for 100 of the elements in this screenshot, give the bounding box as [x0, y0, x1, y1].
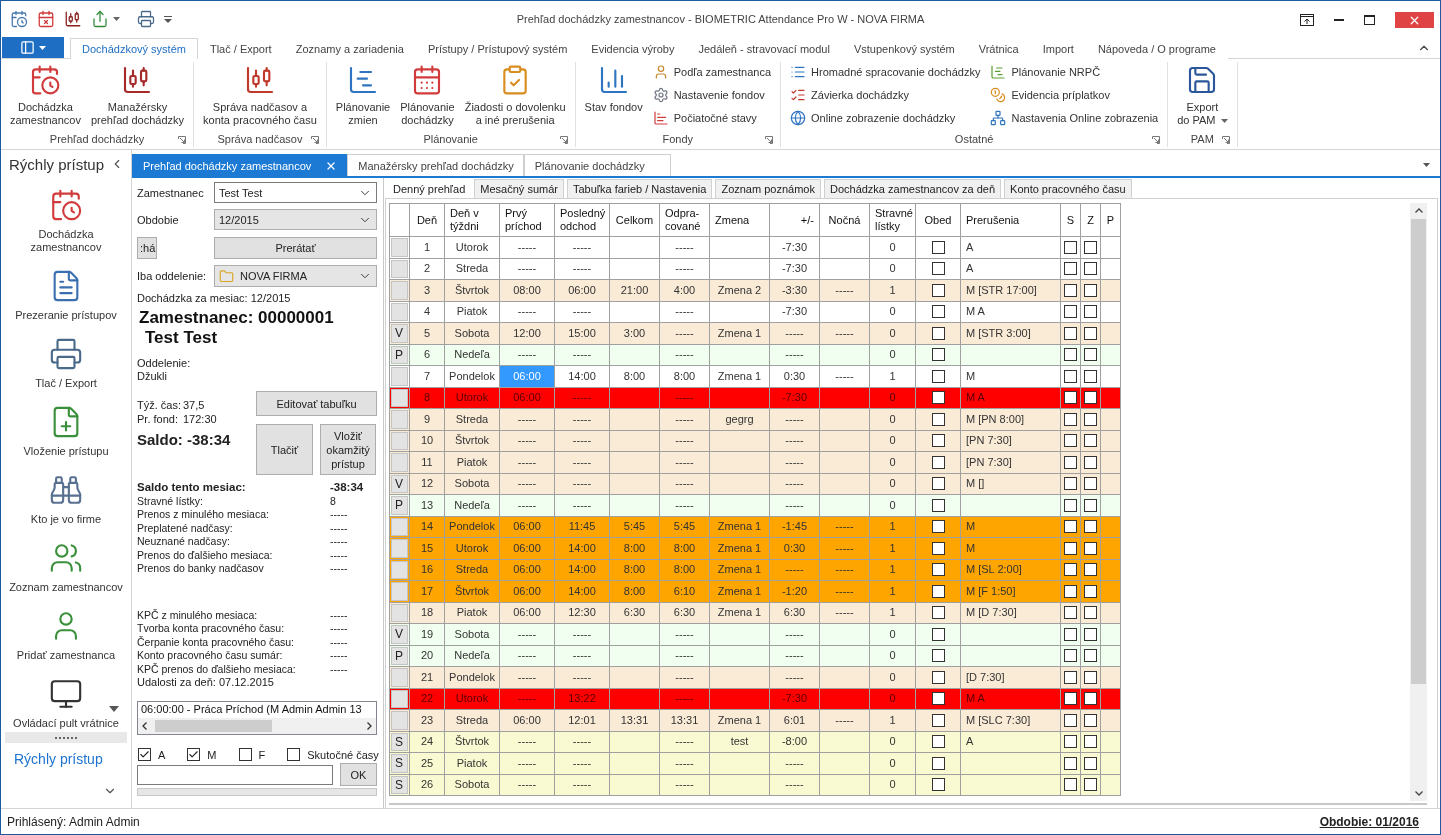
- ribbon-button[interactable]: Plánovanie dochádzky: [397, 62, 458, 127]
- checkbox[interactable]: [187, 748, 201, 761]
- checkbox[interactable]: [1064, 649, 1077, 663]
- checkbox[interactable]: [931, 455, 945, 469]
- quick-access-link[interactable]: Rýchly prístup: [14, 751, 103, 767]
- checkbox[interactable]: [1064, 692, 1077, 706]
- scroll-down-icon[interactable]: [1414, 791, 1423, 796]
- period-dropdown[interactable]: 12/2015: [214, 209, 377, 230]
- row-header[interactable]: S: [391, 732, 408, 751]
- table-row[interactable]: 18 Piatok 06:00 12:30 6:30 6:30 Zmena 1 6:30 ----- 1 M [D 7:30]: [390, 602, 1121, 624]
- checkbox[interactable]: [1084, 283, 1097, 297]
- ribbon-menu-button[interactable]: Export do PAM: [1174, 62, 1231, 127]
- checkbox[interactable]: [931, 735, 945, 749]
- ribbon-tab[interactable]: Dochádzkový systém: [70, 38, 198, 59]
- view-tab[interactable]: Dochádzka zamestnancov za deň: [823, 179, 1002, 198]
- checkbox[interactable]: [1064, 713, 1077, 727]
- table-row[interactable]: 11 Piatok ----- ----- ----- ----- 0 [PN 7:30]: [390, 452, 1121, 474]
- checkbox[interactable]: [931, 434, 945, 448]
- checkbox[interactable]: [1064, 348, 1077, 362]
- checkbox[interactable]: [931, 670, 945, 684]
- checkbox[interactable]: [238, 748, 252, 761]
- checkbox[interactable]: [1064, 563, 1077, 577]
- table-row[interactable]: 1 Utorok ----- ----- ----- -7:30 0 A: [390, 237, 1121, 259]
- small-button[interactable]: :há: [137, 237, 157, 259]
- quick-access-item[interactable]: Kto je vo firme: [30, 473, 102, 541]
- table-row[interactable]: 17 Štvrtok 06:00 14:00 8:00 6:10 Zmena 1 -1:20 ----- 1 M [F 1:50]: [390, 581, 1121, 603]
- checkbox[interactable]: [1064, 240, 1077, 254]
- ribbon-button[interactable]: Plánovanie NRPČ: [987, 63, 1162, 81]
- checkbox[interactable]: [931, 326, 945, 340]
- checkbox[interactable]: [931, 412, 945, 426]
- table-row[interactable]: 7 Pondelok 06:00 14:00 8:00 8:00 Zmena 1 0:30 ----- 1 M: [390, 366, 1121, 388]
- row-header[interactable]: S: [391, 754, 408, 773]
- ribbon-button[interactable]: Správa nadčasov a konta pracovného času: [200, 62, 320, 127]
- document-tab[interactable]: Prehľad dochádzky zamestnancov: [132, 154, 348, 176]
- checkbox[interactable]: [931, 713, 945, 727]
- checkbox[interactable]: [1064, 541, 1077, 555]
- checkbox[interactable]: [1064, 584, 1077, 598]
- insert-access-button[interactable]: Vložiť okamžitý prístup: [320, 424, 376, 475]
- calendar-x-icon[interactable]: [37, 10, 55, 28]
- ribbon-button[interactable]: Žiadosti o dovolenku a iné prerušenia: [461, 62, 569, 127]
- ribbon-button[interactable]: Manažérsky prehľad dochádzky: [87, 62, 188, 127]
- table-row[interactable]: 16 Streda 06:00 14:00 8:00 8:00 Zmena 1 ----- ----- 1 M [SL 2:00]: [390, 559, 1121, 581]
- row-header[interactable]: P: [391, 345, 408, 364]
- checkbox[interactable]: [931, 627, 945, 641]
- checkbox[interactable]: [931, 240, 945, 254]
- table-row[interactable]: 8 Utorok 06:00 ----- ----- -7:30 0 M A: [390, 387, 1121, 409]
- checkbox[interactable]: [931, 692, 945, 706]
- ribbon-button[interactable]: Nastavenie fondov: [649, 86, 775, 104]
- caret-icon[interactable]: [113, 17, 120, 21]
- checkbox[interactable]: [1064, 369, 1077, 383]
- checkbox[interactable]: [1064, 283, 1077, 297]
- quick-access-item[interactable]: Zoznam zamestnancov: [9, 541, 123, 609]
- view-tab[interactable]: Mesačný sumár: [474, 179, 564, 198]
- row-header[interactable]: P: [391, 496, 408, 515]
- ok-button[interactable]: OK: [340, 763, 377, 786]
- department-dropdown[interactable]: NOVA FIRMA: [214, 265, 377, 287]
- scroll-up-icon[interactable]: [1414, 208, 1423, 213]
- employee-dropdown[interactable]: Test Test: [214, 182, 377, 203]
- checkbox[interactable]: [1064, 670, 1077, 684]
- checkbox[interactable]: [1064, 305, 1077, 319]
- view-tab[interactable]: Konto pracovného času: [1004, 179, 1132, 198]
- dialog-launcher-icon[interactable]: [559, 136, 568, 144]
- checkbox[interactable]: [1064, 778, 1077, 792]
- view-tab[interactable]: Zoznam poznámok: [715, 179, 821, 198]
- checkbox[interactable]: [931, 369, 945, 383]
- checkbox[interactable]: [1084, 584, 1097, 598]
- checkbox[interactable]: [931, 756, 945, 770]
- checkbox[interactable]: [1064, 477, 1077, 491]
- dialog-launcher-icon[interactable]: [178, 136, 187, 144]
- checkbox[interactable]: [1064, 606, 1077, 620]
- quick-access-item[interactable]: Pridať zamestnanca: [16, 609, 116, 677]
- dialog-launcher-icon[interactable]: [765, 136, 774, 144]
- table-row[interactable]: 3 Štvrtok 08:00 06:00 21:00 4:00 Zmena 2 -3:30 ----- 1 M [STR 17:00]: [390, 280, 1121, 302]
- checkbox[interactable]: [1064, 262, 1077, 276]
- checkbox[interactable]: [1064, 455, 1077, 469]
- scrollbar-thumb[interactable]: [155, 720, 272, 732]
- table-row[interactable]: 23 Streda 06:00 12:01 13:31 13:31 Zmena 1 6:01 ----- 1 M [SLC 7:30]: [390, 710, 1121, 732]
- document-tab[interactable]: Manažérsky prehľad dochádzky: [347, 154, 524, 176]
- checkbox[interactable]: [1084, 563, 1097, 577]
- row-header[interactable]: P: [391, 646, 408, 665]
- checkbox[interactable]: [287, 748, 301, 761]
- file-menu-button[interactable]: [2, 37, 64, 58]
- checkbox[interactable]: [931, 541, 945, 555]
- ribbon-button[interactable]: Stav fondov: [581, 62, 646, 114]
- dialog-launcher-icon[interactable]: [1152, 136, 1161, 144]
- ribbon-button[interactable]: Dochádzka zamestnancov: [7, 62, 84, 127]
- table-row[interactable]: S 26 Sobota ----- ----- ----- ----- 0: [390, 774, 1121, 796]
- checkbox[interactable]: [1064, 412, 1077, 426]
- checkbox[interactable]: [1084, 541, 1097, 555]
- row-header[interactable]: V: [391, 625, 408, 644]
- checkbox[interactable]: [931, 348, 945, 362]
- checkbox[interactable]: [931, 283, 945, 297]
- ribbon-button[interactable]: Podľa zamestnanca: [649, 63, 775, 81]
- checkbox[interactable]: [1084, 627, 1097, 641]
- table-row[interactable]: 2 Streda ----- ----- ----- -7:30 0 A: [390, 258, 1121, 280]
- ribbon-button[interactable]: Online zobrazenie dochádzky: [787, 109, 984, 127]
- checkbox[interactable]: [1084, 713, 1097, 727]
- quick-access-item[interactable]: Ovládací pult vrátnice: [13, 677, 119, 730]
- checkbox[interactable]: [931, 778, 945, 792]
- close-button[interactable]: [1395, 12, 1434, 28]
